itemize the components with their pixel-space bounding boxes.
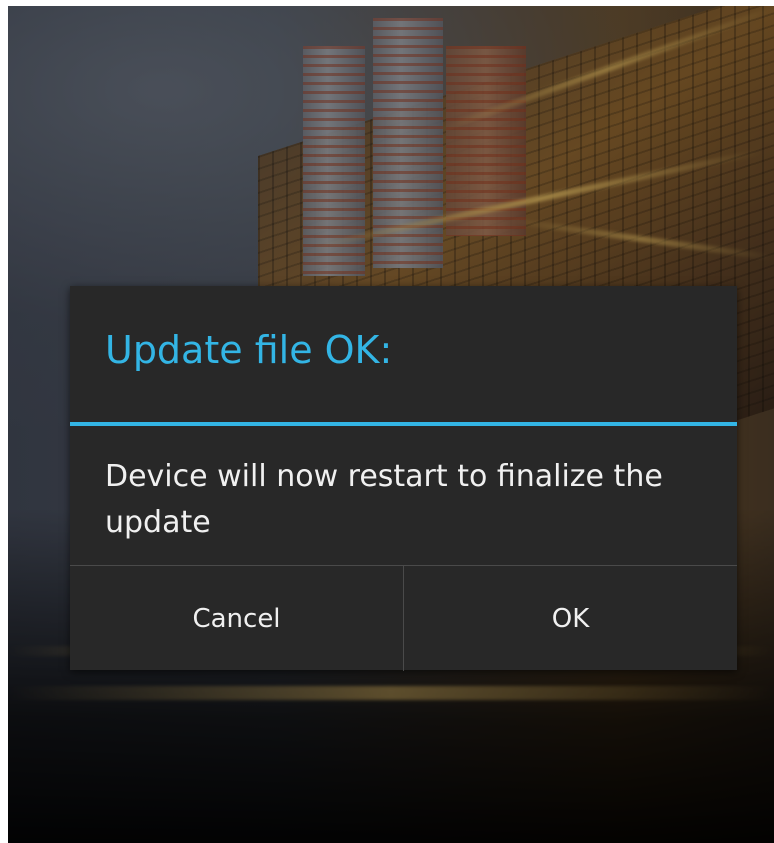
ok-button[interactable]: OK	[404, 566, 737, 671]
dialog-button-bar: Cancel OK	[70, 565, 737, 671]
device-screen: Update file OK: Device will now restart …	[8, 6, 774, 843]
dialog-title: Update file OK:	[105, 328, 393, 372]
title-divider	[70, 422, 737, 426]
cancel-button[interactable]: Cancel	[70, 566, 403, 671]
update-dialog: Update file OK: Device will now restart …	[70, 286, 737, 671]
dialog-message: Device will now restart to finalize the …	[105, 459, 663, 540]
